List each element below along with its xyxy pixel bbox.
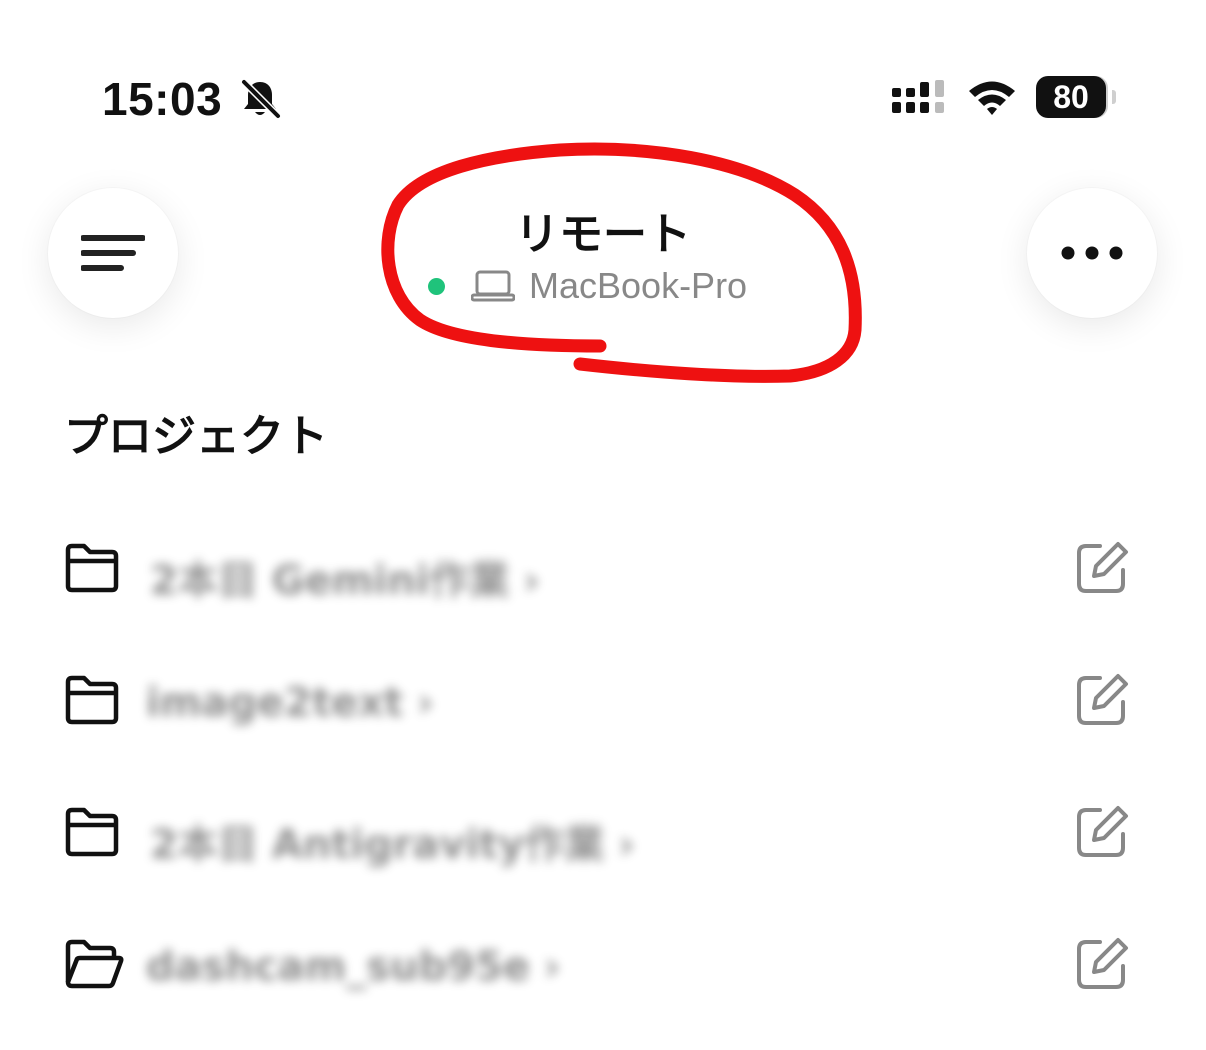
edit-icon[interactable] [1074,672,1130,728]
project-row[interactable]: 2本目 Antigravity作業 › [0,782,1206,892]
folder-open-icon [65,939,124,989]
device-selector[interactable]: MacBook-Pro [428,264,747,308]
battery-level: 80 [1053,79,1089,115]
page-title: リモート [515,209,691,260]
section-title: プロジェクト [64,411,328,462]
project-row[interactable]: dashcam_sub95e › [0,914,1206,1024]
signal-icon [892,80,950,120]
page-title-wrap: リモート [0,198,1206,262]
edit-icon[interactable] [1074,804,1130,860]
bell-slash-icon [238,78,282,124]
laptop-icon [471,270,515,302]
project-name: 2本目 Antigravity作業 › [150,822,635,868]
project-row[interactable]: image2text › [0,650,1206,760]
edit-icon[interactable] [1074,540,1130,596]
wifi-icon [966,78,1018,122]
status-time: 15:03 [102,73,223,125]
folder-icon [65,807,119,857]
edit-icon[interactable] [1074,936,1130,992]
folder-icon [65,675,119,725]
project-row[interactable]: 2本目 Gemini作業 › [0,518,1206,628]
online-status-dot [428,277,445,295]
project-name: 2本目 Gemini作業 › [150,558,540,604]
device-name: MacBook-Pro [529,265,748,306]
folder-icon [65,543,119,593]
project-name: dashcam_sub95e › [146,944,561,990]
project-name: image2text › [146,680,434,726]
